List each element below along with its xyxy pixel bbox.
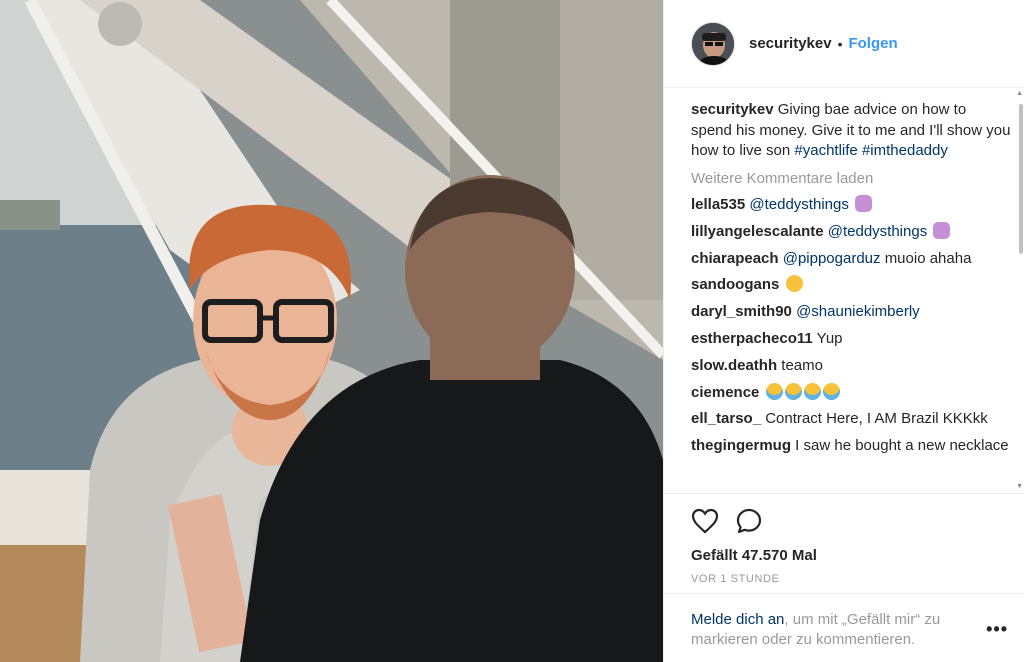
comment-username[interactable]: sandoogans (691, 276, 779, 293)
comments-list[interactable]: securitykev Giving bae advice on how to … (691, 100, 1011, 493)
post-photo[interactable] (0, 0, 663, 662)
comment-item: chiarapeach @pippogarduz muoio ahaha (691, 249, 1011, 270)
comment-item: estherpacheco11 Yup (691, 329, 1011, 350)
action-icons (691, 506, 1024, 536)
comment-item: lillyangelescalante @teddysthings (691, 221, 1011, 243)
hashtag-link[interactable]: #imthedaddy (862, 142, 948, 159)
post-actions: Gefällt 47.570 Mal VOR 1 STUNDE (664, 493, 1024, 593)
more-options-button[interactable]: ••• (986, 619, 1008, 640)
caption: securitykev Giving bae advice on how to … (691, 100, 1011, 162)
raising-hand-emoji-icon (933, 221, 951, 239)
comment-mention[interactable]: @teddysthings (749, 196, 848, 213)
hashtag-link[interactable]: #yachtlife (794, 142, 857, 159)
comment-username[interactable]: daryl_smith90 (691, 303, 792, 320)
crying-emoji-icon (803, 382, 821, 400)
scroll-up-arrow-icon[interactable]: ▲ (1016, 90, 1023, 97)
comment-username[interactable]: ell_tarso_ (691, 410, 761, 427)
comment-username[interactable]: ciemence (691, 384, 759, 401)
comment-username[interactable]: estherpacheco11 (691, 330, 813, 347)
follow-button[interactable]: Folgen (848, 35, 897, 52)
comment-item: thegingermug I saw he bought a new neckl… (691, 436, 1011, 457)
comment-username[interactable]: thegingermug (691, 437, 791, 454)
comment-item: lella535 @teddysthings (691, 195, 1011, 216)
photo-illustration (0, 0, 663, 662)
comment-mention[interactable]: @pippogarduz (783, 250, 881, 267)
scroll-down-arrow-icon[interactable]: ▼ (1016, 483, 1023, 490)
crying-emoji-icon (822, 382, 840, 400)
comment-item: ciemence (691, 382, 1011, 404)
comment-mention[interactable]: @shauniekimberly (796, 303, 920, 320)
post-timestamp[interactable]: VOR 1 STUNDE (691, 573, 1024, 585)
comment-username[interactable]: slow.deathh (691, 357, 777, 374)
comment-text: Contract Here, I AM Brazil KKKkk (765, 410, 988, 428)
likes-count[interactable]: Gefällt 47.570 Mal (691, 547, 1024, 564)
instagram-post: securitykev • Folgen securitykev Giving … (0, 0, 1024, 662)
caption-username[interactable]: securitykev (691, 101, 774, 118)
comment-item: sandoogans (691, 275, 1011, 296)
comment-text: muoio ahaha (884, 249, 972, 267)
comments-scrollbar[interactable]: ▲ ▼ (1016, 90, 1023, 490)
comment-bubble-icon[interactable] (735, 507, 763, 535)
laughing-emoji-icon (785, 275, 803, 293)
comment-username[interactable]: chiarapeach (691, 250, 779, 267)
comment-username[interactable]: lella535 (691, 196, 745, 213)
comment-item: ell_tarso_ Contract Here, I AM Brazil KK… (691, 409, 1011, 430)
login-link[interactable]: Melde dich an (691, 611, 784, 628)
avatar-image (692, 22, 734, 65)
comment-text: I saw he bought a new necklace (795, 437, 1009, 455)
comment-mention[interactable]: @teddysthings (828, 223, 927, 240)
load-more-comments-button[interactable]: Weitere Kommentare laden (691, 169, 1011, 190)
crying-emoji-icon (784, 382, 802, 400)
post-header: securitykev • Folgen (664, 0, 1024, 88)
header-username[interactable]: securitykev (749, 35, 832, 52)
raising-hand-emoji-icon (855, 195, 873, 212)
comment-item: slow.deathh teamo (691, 356, 1011, 377)
heart-icon[interactable] (691, 507, 719, 535)
scrollbar-thumb[interactable] (1019, 104, 1023, 254)
header-separator: • (837, 35, 843, 52)
post-side-panel: securitykev • Folgen securitykev Giving … (663, 0, 1024, 662)
comment-username[interactable]: lillyangelescalante (691, 223, 824, 240)
comment-item: daryl_smith90 @shauniekimberly (691, 302, 1011, 323)
login-prompt: Melde dich an, um mit „Gefällt mir“ zu m… (664, 593, 1024, 650)
comment-text: teamo (781, 356, 823, 374)
avatar[interactable] (691, 21, 735, 66)
crying-emoji-icon (765, 382, 783, 400)
comment-text: Yup (816, 329, 843, 347)
